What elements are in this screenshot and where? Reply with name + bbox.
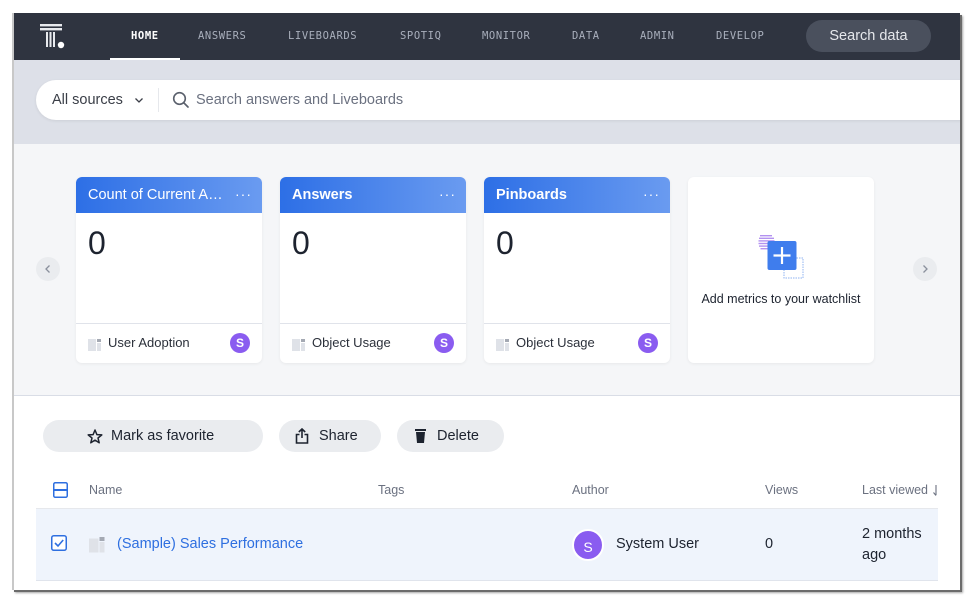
card-title: Count of Current Active Users [88, 187, 228, 203]
liveboard-icon [292, 339, 305, 351]
chevron-left-icon [45, 265, 50, 273]
chevron-down-icon[interactable] [134, 95, 144, 105]
card-footer: User Adoption S [76, 323, 262, 363]
liveboard-icon [496, 339, 509, 351]
search-data-button[interactable]: Search data [806, 20, 931, 52]
source-select[interactable]: All sources [52, 80, 123, 120]
watchlist-card[interactable]: Count of Current Active Users ··· 0 User… [76, 177, 262, 363]
card-footer: Object Usage S [280, 323, 466, 363]
sort-desc-icon[interactable] [933, 485, 939, 497]
table-header: Name Tags Author Views Last viewed [36, 473, 938, 509]
select-all-checkbox[interactable] [53, 482, 68, 498]
column-header-views[interactable]: Views [765, 473, 798, 507]
search-band: All sources [14, 60, 960, 144]
search-icon [172, 91, 189, 108]
card-menu-button[interactable]: ··· [439, 177, 456, 211]
row-checkbox[interactable] [51, 535, 67, 551]
trash-icon [415, 429, 426, 443]
card-source-label[interactable]: User Adoption [108, 324, 190, 362]
row-name-link[interactable]: (Sample) Sales Performance [117, 536, 303, 552]
share-icon [295, 428, 309, 444]
column-header-last-viewed[interactable]: Last viewed [862, 473, 928, 507]
author-avatar: S [638, 333, 658, 353]
nav-liveboards[interactable]: LIVEBOARDS [288, 13, 357, 60]
table-row[interactable]: (Sample) Sales Performance S System User… [36, 509, 938, 581]
nav-spotiq[interactable]: SPOTIQ [400, 13, 442, 60]
watchlist-card[interactable]: Answers ··· 0 Object Usage S [280, 177, 466, 363]
delete-button[interactable]: Delete [397, 420, 504, 452]
thoughtspot-logo-icon[interactable] [38, 21, 68, 51]
liveboard-icon [88, 339, 101, 351]
row-last-viewed-line2: ago [862, 547, 887, 563]
card-title: Pinboards [496, 187, 567, 203]
watchlist-section: Count of Current Active Users ··· 0 User… [14, 144, 960, 396]
row-views: 0 [765, 536, 774, 552]
card-value: 0 [292, 225, 310, 261]
card-source-label[interactable]: Object Usage [516, 324, 595, 362]
nav-admin[interactable]: ADMIN [640, 13, 675, 60]
row-last-viewed-line1: 2 months [862, 526, 922, 542]
nav-home[interactable]: HOME [110, 13, 180, 60]
column-header-tags[interactable]: Tags [378, 473, 404, 507]
author-avatar: S [434, 333, 454, 353]
chevron-right-icon [923, 265, 928, 273]
search-divider [158, 88, 159, 112]
top-nav: HOME ANSWERS LIVEBOARDS SPOTIQ MONITOR D… [14, 13, 960, 60]
column-header-name[interactable]: Name [89, 473, 122, 507]
author-avatar: S [572, 529, 604, 561]
author-avatar: S [230, 333, 250, 353]
card-value: 0 [88, 225, 106, 261]
nav-develop[interactable]: DEVELOP [716, 13, 764, 60]
liveboard-icon [89, 537, 105, 553]
search-input[interactable] [196, 80, 796, 120]
delete-label: Delete [437, 428, 479, 444]
app-window: HOME ANSWERS LIVEBOARDS SPOTIQ MONITOR D… [12, 13, 960, 590]
card-source-label[interactable]: Object Usage [312, 324, 391, 362]
nav-answers[interactable]: ANSWERS [198, 13, 246, 60]
card-header: Pinboards ··· [484, 177, 670, 213]
row-author: System User [616, 536, 699, 552]
add-metric-card[interactable]: Add metrics to your watchlist [688, 177, 874, 363]
carousel-next-button[interactable] [913, 257, 937, 281]
share-button[interactable]: Share [279, 420, 381, 452]
card-header: Answers ··· [280, 177, 466, 213]
mark-favorite-label: Mark as favorite [111, 428, 215, 444]
mark-favorite-button[interactable]: Mark as favorite [43, 420, 263, 452]
card-value: 0 [496, 225, 514, 261]
search-bar: All sources [36, 80, 960, 120]
star-icon [87, 429, 103, 444]
add-metric-label: Add metrics to your watchlist [701, 292, 861, 306]
nav-monitor[interactable]: MONITOR [482, 13, 530, 60]
card-header: Count of Current Active Users ··· [76, 177, 262, 213]
watchlist-card[interactable]: Pinboards ··· 0 Object Usage S [484, 177, 670, 363]
nav-data[interactable]: DATA [572, 13, 600, 60]
card-menu-button[interactable]: ··· [643, 177, 660, 211]
card-menu-button[interactable]: ··· [235, 177, 252, 211]
share-label: Share [319, 428, 358, 444]
column-header-author[interactable]: Author [572, 473, 609, 507]
carousel-prev-button[interactable] [36, 257, 60, 281]
card-title: Answers [292, 187, 353, 203]
card-footer: Object Usage S [484, 323, 670, 363]
add-metric-icon [758, 235, 804, 279]
